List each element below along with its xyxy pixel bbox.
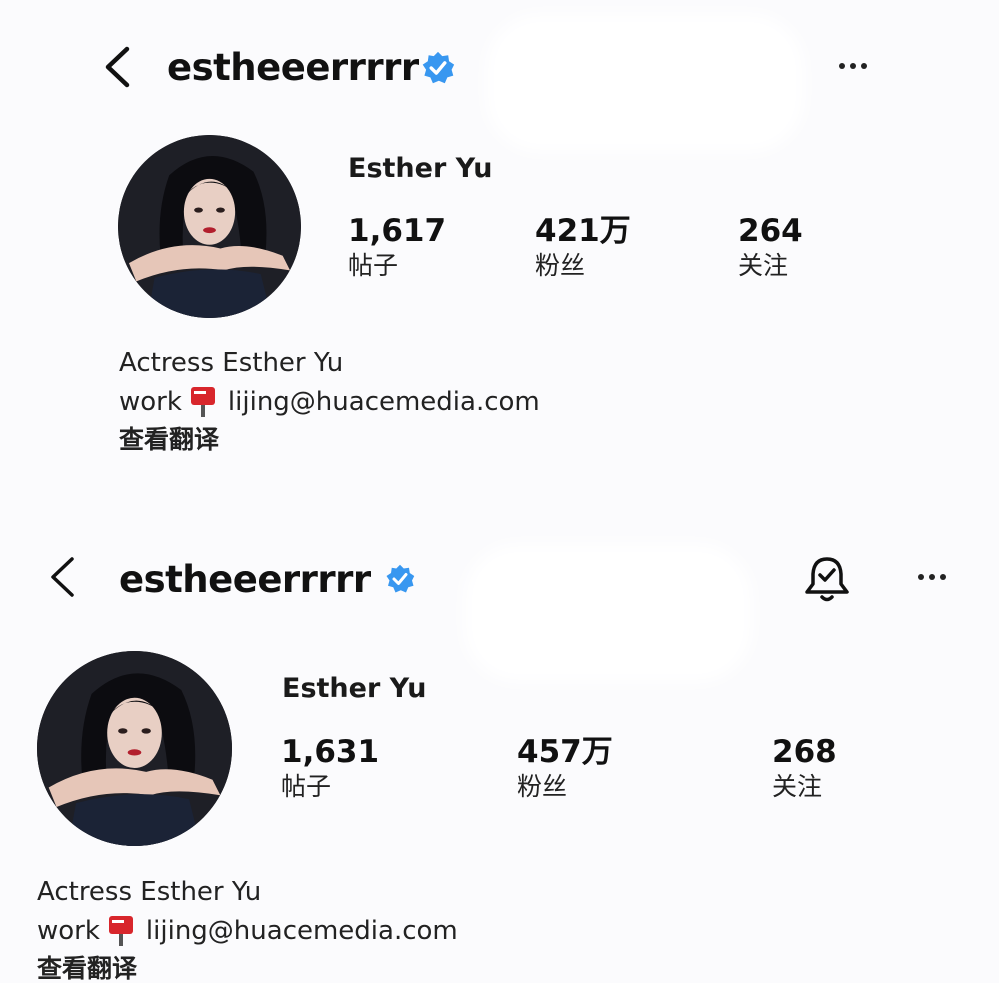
- stat-value: 264: [738, 213, 803, 249]
- stat-label: 帖子: [348, 250, 399, 280]
- profile-username: estheeerrrrr: [167, 46, 419, 89]
- verified-badge-icon: [385, 564, 415, 594]
- redacted-area: [500, 28, 790, 138]
- stat-followers[interactable]: 457万 粉丝: [517, 734, 613, 803]
- stat-value: 268: [772, 734, 837, 770]
- stat-posts[interactable]: 1,631 帖子: [281, 734, 380, 803]
- stat-following[interactable]: 264 关注: [738, 213, 803, 282]
- stat-label: 帖子: [281, 771, 332, 801]
- email-link[interactable]: lijing@huacemedia.com: [228, 389, 540, 415]
- bio-text: Actress Esther Yu: [37, 877, 262, 907]
- stat-posts[interactable]: 1,617 帖子: [348, 213, 447, 282]
- profile-screenshot-1: estheeerrrrr Esther Yu 1,617 帖子 421万 粉丝: [0, 0, 999, 490]
- stat-label: 粉丝: [517, 771, 568, 801]
- see-translation-link[interactable]: 查看翻译: [119, 427, 219, 452]
- more-options-icon[interactable]: [918, 574, 946, 580]
- bio-text: Actress Esther Yu: [119, 348, 344, 378]
- stat-value: 1,617: [348, 213, 447, 249]
- display-name: Esther Yu: [282, 673, 427, 704]
- profile-screenshot-2: estheeerrrrr Esther Yu 1,631 帖子 457万 粉丝 …: [0, 490, 999, 982]
- see-translation-link[interactable]: 查看翻译: [37, 956, 137, 981]
- mailbox-icon: [190, 386, 216, 418]
- bio-contact-line: work lijing@huacemedia.com: [119, 386, 540, 418]
- stat-followers[interactable]: 421万 粉丝: [535, 213, 631, 282]
- mailbox-icon: [108, 915, 134, 947]
- email-link[interactable]: lijing@huacemedia.com: [146, 918, 458, 944]
- stat-following[interactable]: 268 关注: [772, 734, 837, 803]
- display-name: Esther Yu: [348, 153, 493, 184]
- profile-username: estheeerrrrr: [119, 558, 371, 601]
- redacted-area: [478, 558, 738, 668]
- more-options-icon[interactable]: [839, 63, 867, 69]
- verified-badge-icon: [421, 51, 455, 85]
- stat-value: 421万: [535, 213, 631, 249]
- stat-label: 关注: [772, 771, 823, 801]
- stat-label: 关注: [738, 250, 789, 280]
- work-label: work: [37, 916, 100, 946]
- stat-value: 457万: [517, 734, 613, 770]
- avatar[interactable]: [37, 651, 232, 846]
- back-arrow-icon[interactable]: [100, 44, 134, 90]
- notification-bell-icon[interactable]: [803, 554, 851, 604]
- work-label: work: [119, 387, 182, 417]
- back-arrow-icon[interactable]: [46, 554, 78, 600]
- avatar[interactable]: [118, 135, 301, 318]
- stat-label: 粉丝: [535, 250, 586, 280]
- bio-contact-line: work lijing@huacemedia.com: [37, 915, 458, 947]
- stat-value: 1,631: [281, 734, 380, 770]
